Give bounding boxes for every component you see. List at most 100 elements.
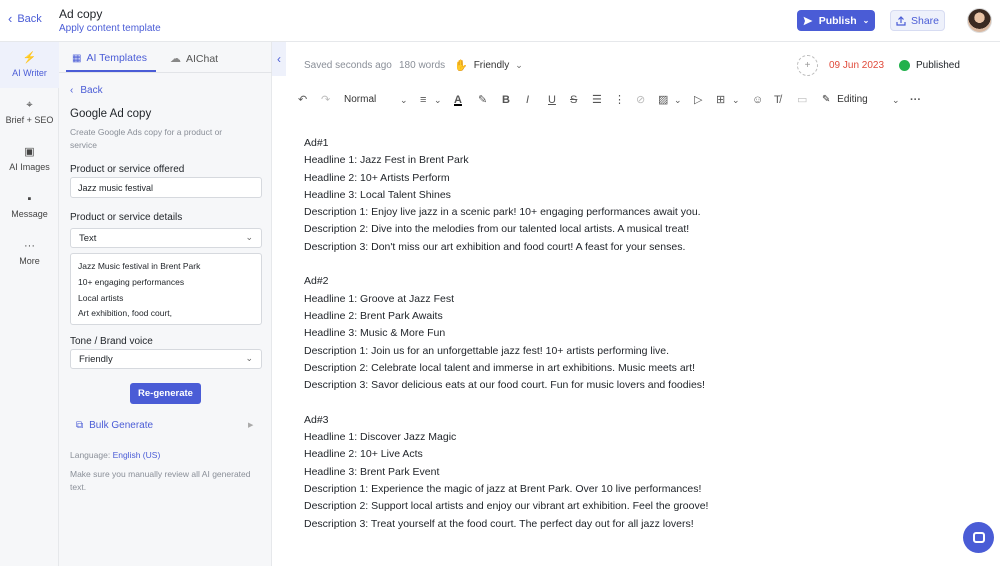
paragraph-style-value: Normal [344,94,377,105]
editing-mode-value: Editing [837,94,868,105]
editor-line[interactable]: Description 1: Experience the magic of j… [304,481,964,498]
text-color-icon[interactable]: A [454,92,462,108]
bullet-list-icon[interactable]: ☰ [592,92,602,108]
tone-select[interactable]: Friendly ⌄ [70,349,262,369]
chat-bubble-icon [972,532,985,543]
status-bar: Saved seconds ago 180 words ✋ Friendly ⌄… [286,42,1000,86]
editor-line[interactable]: Headline 2: 10+ Artists Perform [304,170,964,187]
chevron-down-icon[interactable]: ⌄ [434,92,442,108]
image-insert-icon[interactable]: ▨ [658,92,668,108]
chevron-down-icon: ⌄ [515,60,523,70]
rail-item-ai-images[interactable]: ▣ AI Images [0,136,59,182]
editing-mode-select[interactable]: ✎ Editing [822,92,868,108]
editor-line[interactable]: Headline 1: Jazz Fest in Brent Park [304,152,964,169]
tab-ai-templates[interactable]: ▦ AI Templates [72,52,147,64]
editor-line[interactable]: Headline 3: Music & More Fun [304,325,964,342]
undo-icon[interactable]: ↶ [298,92,307,108]
apply-template-link[interactable]: Apply content template [59,23,161,34]
tone-label: Tone / Brand voice [70,336,153,347]
review-note: Make sure you manually review all AI gen… [70,469,251,492]
highlight-icon[interactable]: ✎ [478,92,487,108]
editor-line[interactable]: Ad#2 [304,273,964,290]
chevron-left-icon: ‹ [8,11,13,26]
rail-item-more[interactable]: ··· More [0,230,59,276]
publish-date[interactable]: 09 Jun 2023 [829,60,884,71]
add-user-button[interactable]: + [797,55,818,76]
clear-format-icon[interactable]: T̸ [774,92,781,108]
back-button[interactable]: ‹ Back [8,11,42,26]
editor-line[interactable] [304,394,964,411]
comment-icon[interactable]: ▭ [797,92,807,108]
tone-dropdown[interactable]: ✋ Friendly ⌄ [454,59,523,72]
panel-tabs: ▦ AI Templates ☁ AIChat [59,42,272,73]
template-description: Create Google Ads copy for a product or … [70,127,223,150]
publish-button[interactable]: Publish ⌄ [797,10,875,31]
editor-line[interactable]: Ad#3 [304,412,964,429]
chevron-left-icon: ‹ [277,52,281,66]
editor-line[interactable]: Headline 1: Discover Jazz Magic [304,429,964,446]
link-icon[interactable]: ⊘ [636,92,645,108]
tab-aichat[interactable]: ☁ AIChat [170,52,218,66]
chevron-down-icon[interactable]: ⌄ [400,92,408,108]
regenerate-button[interactable]: Re-generate [130,383,201,404]
editor-line[interactable]: Description 1: Join us for an unforgetta… [304,343,964,360]
rail-item-message[interactable]: ▪ Message [0,183,59,229]
collapse-panel-button[interactable]: ‹ [272,42,286,76]
editor-line[interactable]: Description 2: Support local artists and… [304,498,964,515]
share-button[interactable]: Share [890,10,945,31]
underline-icon[interactable]: U [548,92,556,108]
editor-line[interactable]: Description 3: Don't miss our art exhibi… [304,239,964,256]
editor-line[interactable]: Ad#1 [304,135,964,152]
details-line: 10+ engaging performances [78,276,185,287]
language-label: Language: [70,450,111,460]
product-input[interactable]: Jazz music festival [70,177,262,198]
align-icon[interactable]: ≡ [420,92,426,108]
back-label: Back [17,13,42,25]
support-chat-button[interactable] [963,522,994,553]
left-rail: ⚡ AI Writer ⌖ Brief + SEO ▣ AI Images ▪ … [0,42,59,566]
editor-line[interactable] [304,256,964,273]
details-textarea[interactable]: Jazz Music festival in Brent Park 10+ en… [70,253,262,325]
redo-icon[interactable]: ↷ [321,92,330,108]
chevron-down-icon: ⌄ [245,353,253,363]
chevron-down-icon[interactable]: ⌄ [732,92,740,108]
chevron-down-icon: ⌄ [862,16,870,25]
details-type-select[interactable]: Text ⌄ [70,228,262,248]
play-icon[interactable]: ▷ [694,92,702,108]
rail-item-label: Brief + SEO [5,114,54,125]
more-options-icon[interactable]: ··· [910,92,921,108]
editor-line[interactable]: Headline 3: Local Talent Shines [304,187,964,204]
paragraph-style-select[interactable]: Normal [344,92,376,108]
table-icon[interactable]: ⊞ [716,92,725,108]
bold-icon[interactable]: B [502,92,510,108]
editor-line[interactable]: Description 3: Savor delicious eats at o… [304,377,964,394]
chevron-down-icon[interactable]: ⌄ [674,92,682,108]
details-type-value: Text [79,233,97,244]
editor-line[interactable]: Headline 3: Brent Park Event [304,464,964,481]
rail-item-label: AI Images [9,161,50,172]
editor-content[interactable]: Ad#1 Headline 1: Jazz Fest in Brent Park H… [304,135,964,533]
chevron-down-icon: ⌄ [245,232,253,242]
emoji-icon[interactable]: ☺ [752,92,763,108]
details-line: Art exhibition, food court, [78,308,173,319]
editor-line[interactable]: Description 1: Enjoy live jazz in a scen… [304,204,964,221]
editor-line[interactable]: Headline 2: 10+ Live Acts [304,446,964,463]
chevron-down-icon[interactable]: ⌄ [892,92,900,108]
editor-line[interactable]: Description 2: Celebrate local talent an… [304,360,964,377]
numbered-list-icon[interactable]: ⋮ [614,92,625,108]
avatar[interactable] [967,8,992,33]
bulk-generate-button[interactable]: ⧉ Bulk Generate ▶ [76,420,256,431]
strikethrough-icon[interactable]: S [570,92,577,108]
panel-back-button[interactable]: ‹ Back [70,85,103,96]
share-label: Share [910,14,940,27]
editor-line[interactable]: Description 2: Dive into the melodies fr… [304,221,964,238]
editor-line[interactable]: Headline 2: Brent Park Awaits [304,308,964,325]
rail-item-ai-writer[interactable]: ⚡ AI Writer [0,42,59,88]
language-select[interactable]: English (US) [113,450,161,460]
editor-line[interactable]: Description 3: Treat yourself at the foo… [304,516,964,533]
back-label: Back [80,85,103,96]
rail-item-brief-seo[interactable]: ⌖ Brief + SEO [0,89,59,135]
editor-line[interactable]: Headline 1: Groove at Jazz Fest [304,291,964,308]
top-bar: ‹ Back Ad copy Apply content template Pu… [0,0,1000,42]
italic-icon[interactable]: I [526,92,529,108]
